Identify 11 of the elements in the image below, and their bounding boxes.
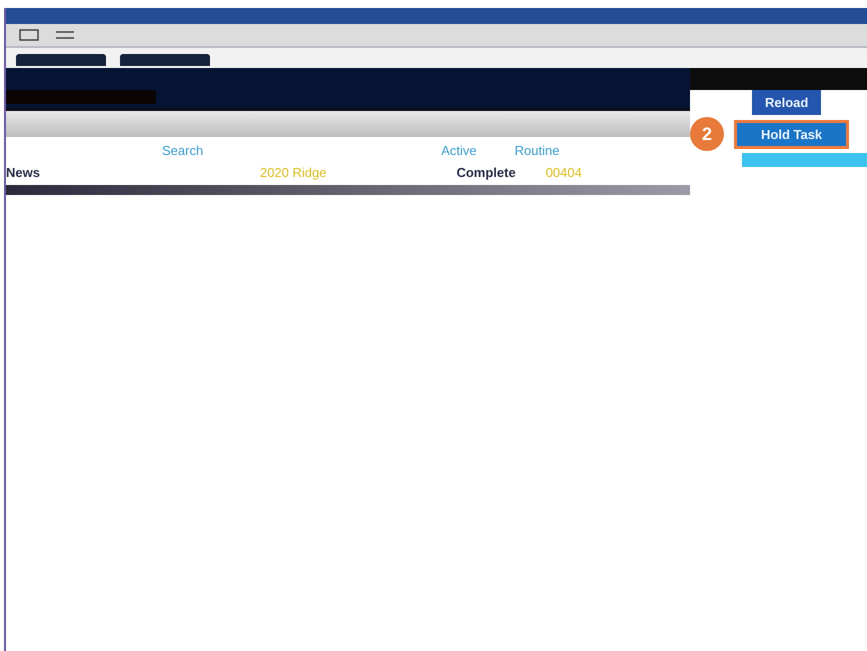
link[interactable]: Active [441,142,477,158]
link[interactable]: Search [162,142,204,158]
field-value: 00404 [546,164,582,180]
field-label: Complete [456,164,516,180]
action-button[interactable]: Hold Task [734,120,850,148]
field-value: 2020 Ridge [260,164,326,180]
device-icon[interactable] [18,28,40,42]
step-badge: 2 [690,117,724,151]
action-button[interactable]: Reload [752,90,822,115]
field-label: News [6,164,40,180]
link[interactable]: Routine [514,142,560,158]
